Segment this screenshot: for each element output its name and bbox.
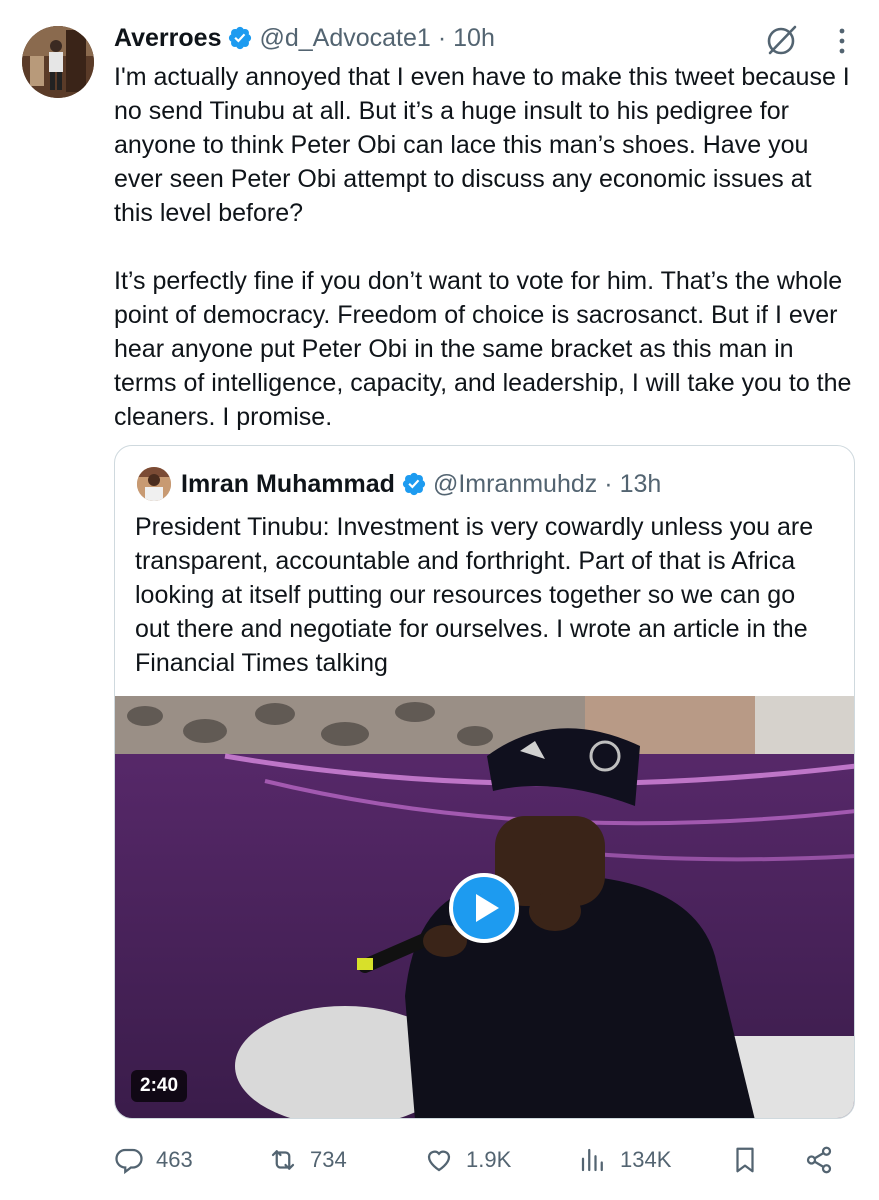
quote-author-avatar xyxy=(137,467,171,501)
reply-count: 463 xyxy=(156,1147,193,1172)
repost-icon xyxy=(271,1150,295,1170)
video-player[interactable]: 2:40 xyxy=(115,696,854,1118)
reply-icon xyxy=(115,1148,143,1175)
more-icon[interactable] xyxy=(834,26,850,56)
quote-time[interactable]: 13h xyxy=(620,470,662,499)
tweet-header: Averroes @d_Advocate1 · 10h xyxy=(114,20,495,56)
separator-dot: · xyxy=(437,23,447,52)
author-name[interactable]: Averroes xyxy=(114,24,221,53)
like-count: 1.9K xyxy=(466,1147,512,1172)
tweet-time[interactable]: 10h xyxy=(453,24,495,53)
quoted-tweet[interactable]: Imran Muhammad @Imranmuhdz · 13h Preside… xyxy=(114,445,855,1119)
author-avatar[interactable] xyxy=(22,26,94,98)
views-button[interactable]: 134K xyxy=(578,1138,671,1182)
verified-badge-icon xyxy=(229,26,252,50)
bookmark-button[interactable] xyxy=(730,1138,772,1182)
grok-icon[interactable] xyxy=(764,22,800,58)
video-duration: 2:40 xyxy=(131,1070,188,1102)
like-icon xyxy=(427,1150,451,1172)
tweet-text: I'm actually annoyed that I even have to… xyxy=(114,63,852,431)
reply-button[interactable]: 463 xyxy=(114,1138,193,1182)
tweet[interactable]: Averroes @d_Advocate1 · 10h I'm actually… xyxy=(0,0,879,1200)
quote-author-name[interactable]: Imran Muhammad xyxy=(181,470,395,499)
quote-header: Imran Muhammad @Imranmuhdz · 13h xyxy=(137,466,661,502)
author-handle[interactable]: @d_Advocate1 xyxy=(259,24,430,53)
verified-badge-icon xyxy=(402,472,426,496)
action-bar: 463 734 1.9K 134K xyxy=(114,1138,854,1182)
bookmark-icon xyxy=(736,1147,754,1173)
play-icon[interactable] xyxy=(449,873,519,943)
views-icon xyxy=(581,1148,603,1172)
repost-count: 734 xyxy=(310,1147,347,1172)
separator-dot: · xyxy=(604,469,613,498)
repost-button[interactable]: 734 xyxy=(268,1138,347,1182)
views-count: 134K xyxy=(620,1147,672,1172)
quote-text: President Tinubu: Investment is very cow… xyxy=(135,513,814,677)
like-button[interactable]: 1.9K xyxy=(424,1138,511,1182)
quote-author-handle[interactable]: @Imranmuhdz xyxy=(433,470,597,499)
share-button[interactable] xyxy=(804,1138,846,1182)
share-icon xyxy=(806,1146,832,1174)
